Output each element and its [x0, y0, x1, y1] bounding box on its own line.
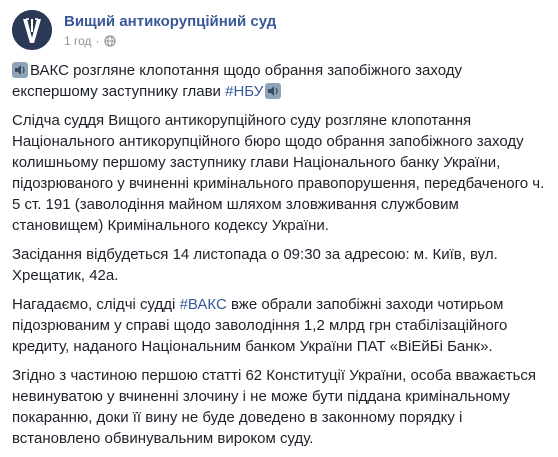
- post-body: ВАКС розгляне клопотання щодо обрання за…: [12, 60, 546, 457]
- post-meta: 1 год ·: [64, 34, 116, 48]
- post-paragraph: Згідно з частиною першою статті 62 Конст…: [12, 367, 537, 447]
- paragraph-text: Нагадаємо, слідчі судді: [12, 296, 180, 313]
- speaker-emoji-icon: [12, 62, 28, 78]
- page-avatar[interactable]: [12, 10, 52, 50]
- globe-icon[interactable]: [103, 35, 116, 47]
- hashtag-vaks-link[interactable]: #ВАКС: [180, 296, 227, 313]
- post-paragraph: Слідча суддя Вищого антикорупційного суд…: [12, 112, 545, 234]
- facebook-post: Вищий антикорупційний суд 1 год · ВАКС р…: [0, 0, 558, 450]
- page-name-link[interactable]: Вищий антикорупційний суд: [64, 13, 276, 30]
- post-paragraph: Нагадаємо, слідчі судді #ВАКС вже обрали…: [12, 294, 546, 357]
- post-headline: ВАКС розгляне клопотання щодо обрання за…: [12, 60, 546, 102]
- court-logo-icon: [12, 10, 52, 50]
- meta-separator: ·: [95, 34, 100, 48]
- post-timestamp[interactable]: 1 год: [64, 34, 92, 48]
- post-paragraph: Засідання відбудеться 14 листопада о 09:…: [12, 246, 498, 284]
- hashtag-nbu-link[interactable]: #НБУ: [225, 83, 263, 100]
- speaker-emoji-icon: [265, 83, 282, 99]
